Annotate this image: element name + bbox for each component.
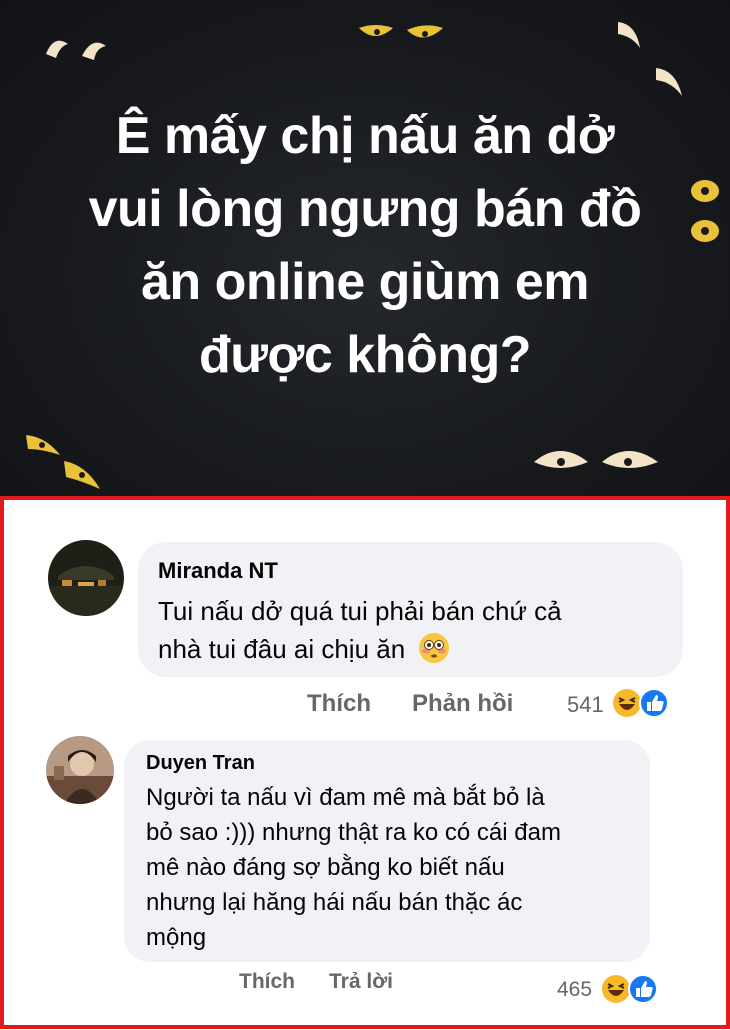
- comment-text-line: nhưng lại hăng hái nấu bán thặc ác: [146, 889, 523, 916]
- like-button[interactable]: Thích: [307, 690, 371, 718]
- comment-text-line: Tui nấu dở quá tui phải bán chứ cả: [158, 596, 562, 626]
- post-caption: Ê mấy chị nấu ăn dở vui lòng ngưng bán đ…: [40, 100, 690, 392]
- like-reaction-icon: [639, 688, 669, 718]
- comment-text-line: nhà tui đâu ai chịu ăn: [158, 634, 406, 664]
- eyes-decoration-top-right: [610, 12, 690, 102]
- reaction-count[interactable]: 465: [557, 978, 592, 1002]
- reactions[interactable]: [612, 686, 672, 725]
- eyes-decoration-right: [685, 175, 725, 250]
- post-caption-line: vui lòng ngưng bán đồ: [88, 180, 642, 238]
- eyes-decoration-top-left: [40, 28, 120, 68]
- post-caption-line: Ê mấy chị nấu ăn dở: [115, 107, 615, 165]
- comment-text: Tui nấu dở quá tui phải bán chứ cả nhà t…: [158, 592, 673, 674]
- eyes-decoration-bottom-left: [20, 425, 110, 495]
- post-caption-line: ăn online giùm em: [141, 253, 590, 311]
- comments-section: Miranda NT Tui nấu dở quá tui phải bán c…: [0, 496, 730, 1029]
- comment-text-line: mê nào đáng sợ bằng ko biết nấu: [146, 854, 505, 881]
- comment-duyen: Duyen Tran Người ta nấu vì đam mê mà bắt…: [4, 730, 726, 1030]
- comment-text-line: bỏ sao :))) nhưng thật ra ko có cái đam: [146, 819, 561, 846]
- reaction-count[interactable]: 541: [567, 692, 604, 718]
- post-image: Ê mấy chị nấu ăn dở vui lòng ngưng bán đ…: [0, 0, 730, 496]
- post-caption-line: được không?: [199, 326, 532, 384]
- eyes-decoration-bottom-right: [530, 440, 665, 480]
- reactions[interactable]: [601, 972, 661, 1011]
- like-reaction-icon: [628, 974, 658, 1004]
- eyes-decoration-top-center: [355, 18, 450, 48]
- comment-text-line: mộng: [146, 924, 207, 951]
- reply-button[interactable]: Phản hồi: [412, 690, 513, 718]
- avatar[interactable]: [48, 540, 124, 616]
- comment-text: Người ta nấu vì đam mê mà bắt bỏ là bỏ s…: [146, 780, 641, 955]
- comment-miranda: Miranda NT Tui nấu dở quá tui phải bán c…: [4, 500, 726, 730]
- haha-reaction-icon: [613, 689, 641, 717]
- flushed-face-emoji-icon: [418, 632, 450, 674]
- avatar[interactable]: [46, 736, 114, 804]
- comment-author[interactable]: Duyen Tran: [146, 752, 255, 775]
- haha-reaction-icon: [602, 975, 630, 1003]
- comment-text-line: Người ta nấu vì đam mê mà bắt bỏ là: [146, 784, 545, 811]
- reply-button[interactable]: Trả lời: [329, 970, 393, 994]
- comment-author[interactable]: Miranda NT: [158, 558, 278, 584]
- like-button[interactable]: Thích: [239, 970, 295, 994]
